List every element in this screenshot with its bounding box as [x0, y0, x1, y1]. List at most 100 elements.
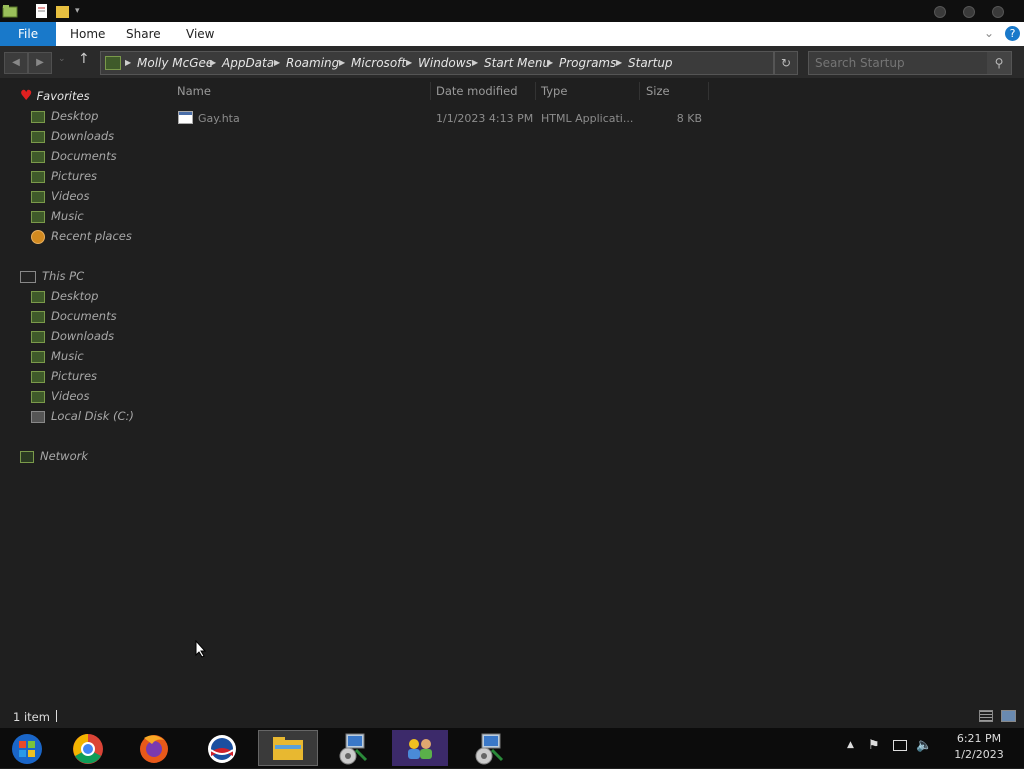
breadcrumb-separator[interactable]: ▶ — [472, 52, 478, 74]
breadcrumb-user[interactable]: Molly McGee — [137, 52, 213, 74]
nav-label: Pictures — [51, 169, 98, 183]
search-input[interactable] — [813, 54, 987, 72]
breadcrumb-separator[interactable]: ▶ — [406, 52, 412, 74]
nav-item-music[interactable]: Music — [0, 206, 165, 226]
status-bar: 1 item — [0, 706, 1024, 728]
start-button[interactable] — [0, 730, 56, 766]
forward-button[interactable]: ▶ — [28, 52, 52, 74]
tab-file[interactable]: File — [0, 22, 57, 46]
breadcrumb-startup[interactable]: Startup — [628, 52, 673, 74]
breadcrumb-microsoft[interactable]: Microsoft — [351, 52, 406, 74]
column-divider[interactable] — [535, 82, 536, 100]
item-count: 1 item — [13, 710, 50, 724]
back-button[interactable]: ◀ — [4, 52, 28, 74]
breadcrumb-separator[interactable]: ▶ — [339, 52, 345, 74]
desktop-icon — [31, 110, 45, 123]
documents-icon — [31, 310, 45, 323]
nav-item-pictures[interactable]: Pictures — [0, 366, 165, 386]
campaign-logo-icon[interactable] — [194, 730, 250, 766]
column-divider[interactable] — [430, 82, 431, 100]
file-name: Gay.hta — [198, 112, 240, 125]
nav-item-music[interactable]: Music — [0, 346, 165, 366]
customize-toolbar-icon[interactable]: ▾ — [75, 6, 80, 16]
network-status-icon[interactable] — [893, 740, 907, 751]
nav-label: Favorites — [36, 89, 90, 103]
column-header-type[interactable]: Type — [541, 82, 567, 100]
breadcrumb-separator[interactable]: ▶ — [125, 52, 131, 74]
volume-icon[interactable]: 🔈 — [916, 738, 932, 753]
maximize-button[interactable] — [963, 6, 975, 18]
nav-item-videos[interactable]: Videos — [0, 386, 165, 406]
folder-icon[interactable] — [2, 3, 18, 19]
breadcrumb-separator[interactable]: ▶ — [547, 52, 553, 74]
nav-item-videos[interactable]: Videos — [0, 186, 165, 206]
nav-this-pc[interactable]: This PC — [0, 266, 165, 286]
disk-icon — [31, 410, 45, 423]
folder-icon — [105, 56, 121, 70]
hta-file-icon — [178, 111, 193, 124]
file-explorer-icon[interactable] — [258, 730, 318, 766]
column-divider[interactable] — [708, 82, 709, 100]
downloads-icon — [31, 130, 45, 143]
column-header-name[interactable]: Name — [177, 82, 211, 100]
nav-item-pictures[interactable]: Pictures — [0, 166, 165, 186]
action-center-flag-icon[interactable]: ⚑ — [868, 738, 880, 753]
up-button[interactable]: ↑ — [78, 51, 90, 67]
nav-item-desktop[interactable]: Desktop — [0, 106, 165, 126]
search-box[interactable]: ⚲ — [808, 51, 1012, 75]
nav-favorites[interactable]: ♥ Favorites — [0, 86, 165, 106]
nav-network[interactable]: Network — [0, 446, 165, 466]
taskbar: ▲ ⚑ 🔈 6:21 PM 1/2/2023 — [0, 728, 1024, 768]
breadcrumb-separator[interactable]: ▶ — [210, 52, 216, 74]
properties-icon[interactable] — [34, 3, 50, 19]
large-icons-view-icon[interactable] — [1001, 710, 1016, 722]
minimize-button[interactable] — [934, 6, 946, 18]
close-button[interactable] — [992, 6, 1004, 18]
help-icon[interactable]: ? — [1005, 26, 1020, 41]
details-view-icon[interactable] — [979, 710, 993, 722]
nav-label: Documents — [51, 149, 117, 163]
breadcrumb-programs[interactable]: Programs — [559, 52, 616, 74]
tab-view[interactable]: View — [172, 22, 228, 46]
breadcrumb-appdata[interactable]: AppData — [222, 52, 274, 74]
nav-item-downloads[interactable]: Downloads — [0, 326, 165, 346]
downloads-icon — [31, 330, 45, 343]
file-row[interactable]: Gay.hta 1/1/2023 4:13 PM HTML Applicati.… — [172, 109, 712, 129]
nav-item-recent-places[interactable]: Recent places — [0, 226, 165, 246]
setup-icon[interactable] — [462, 730, 518, 766]
column-header-date-modified[interactable]: Date modified — [436, 82, 518, 100]
recent-locations-icon[interactable]: ⌄ — [58, 54, 66, 64]
expand-ribbon-icon[interactable]: ⌄ — [984, 26, 994, 40]
breadcrumb-windows[interactable]: Windows — [418, 52, 472, 74]
documents-icon — [31, 150, 45, 163]
nav-label: Documents — [51, 309, 117, 323]
chrome-icon[interactable] — [60, 730, 116, 766]
show-hidden-icons-icon[interactable]: ▲ — [847, 740, 854, 750]
nav-item-documents[interactable]: Documents — [0, 306, 165, 326]
clock[interactable]: 6:21 PM 1/2/2023 — [944, 731, 1014, 763]
videos-icon — [31, 390, 45, 403]
new-folder-icon[interactable] — [55, 3, 71, 19]
users-icon[interactable] — [392, 730, 448, 766]
tab-share[interactable]: Share — [112, 22, 175, 46]
tab-home[interactable]: Home — [56, 22, 119, 46]
file-size: 8 KB — [676, 112, 702, 125]
search-icon[interactable]: ⚲ — [987, 52, 1011, 74]
nav-item-documents[interactable]: Documents — [0, 146, 165, 166]
breadcrumb-start-menu[interactable]: Start Menu — [484, 52, 550, 74]
firefox-icon[interactable] — [126, 730, 182, 766]
nav-item-desktop[interactable]: Desktop — [0, 286, 165, 306]
music-icon — [31, 350, 45, 363]
address-bar[interactable]: ▶ Molly McGee ▶ AppData ▶ Roaming ▶ Micr… — [100, 51, 774, 75]
column-divider[interactable] — [639, 82, 640, 100]
breadcrumb-separator[interactable]: ▶ — [616, 52, 622, 74]
setup-icon[interactable] — [326, 730, 382, 766]
nav-item-local-disk[interactable]: Local Disk (C:) — [0, 406, 165, 426]
refresh-button[interactable]: ↻ — [774, 51, 798, 75]
nav-label: Downloads — [51, 129, 115, 143]
breadcrumb-roaming[interactable]: Roaming — [286, 52, 339, 74]
column-header-size[interactable]: Size — [646, 82, 670, 100]
ribbon-tabs: File Home Share View ⌄ ? — [0, 22, 1024, 46]
breadcrumb-separator[interactable]: ▶ — [274, 52, 280, 74]
nav-item-downloads[interactable]: Downloads — [0, 126, 165, 146]
